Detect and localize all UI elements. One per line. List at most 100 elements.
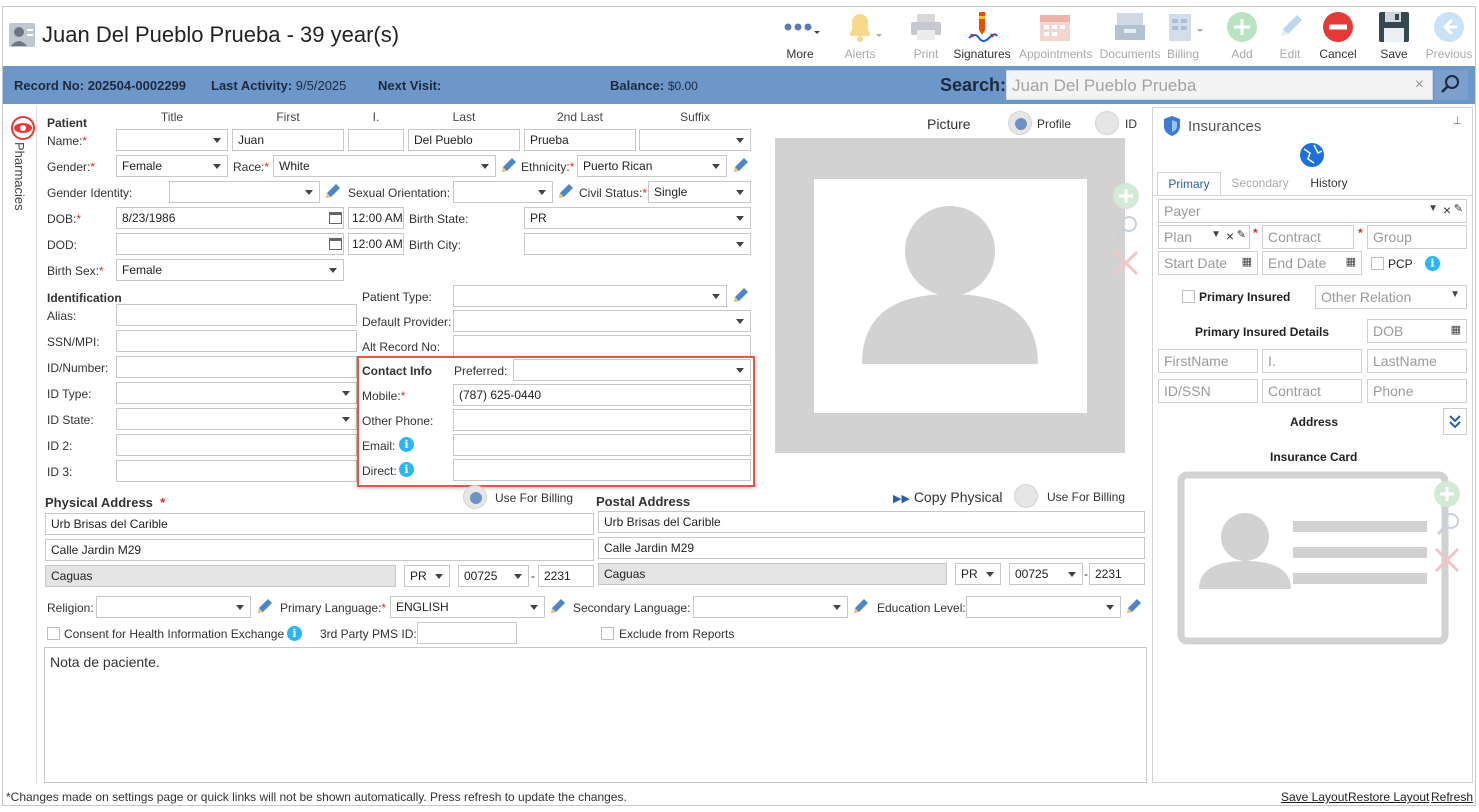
religion-select[interactable] bbox=[96, 596, 251, 618]
previous-button[interactable]: Previous bbox=[1420, 8, 1478, 61]
documents-button[interactable]: Documents bbox=[1098, 8, 1162, 61]
education-level-edit-pencil-icon[interactable] bbox=[1124, 596, 1144, 616]
primary-language-select[interactable]: ENGLISH bbox=[390, 596, 545, 618]
gender-select[interactable]: Female bbox=[116, 155, 228, 177]
add-picture-icon[interactable] bbox=[1111, 182, 1141, 212]
postal-line1-input[interactable]: Urb Brisas del Carible bbox=[598, 511, 1145, 533]
civil-status-select[interactable]: Single bbox=[648, 181, 751, 203]
sexual-orientation-edit-pencil-icon[interactable] bbox=[556, 181, 576, 201]
more-button[interactable]: More bbox=[771, 8, 829, 61]
tab-history[interactable]: History bbox=[1299, 172, 1359, 196]
restore-layout-link[interactable]: Restore Layout bbox=[1348, 790, 1429, 804]
tab-secondary[interactable]: Secondary bbox=[1225, 172, 1295, 196]
postal-use-billing-radio[interactable] bbox=[1014, 484, 1038, 508]
secondary-language-edit-pencil-icon[interactable] bbox=[851, 596, 871, 616]
birth-state-select[interactable]: PR bbox=[524, 207, 751, 229]
postal-state-select[interactable]: PR bbox=[955, 563, 1001, 585]
billing-button[interactable]: Billing bbox=[1154, 8, 1212, 61]
delete-picture-icon[interactable] bbox=[1111, 248, 1141, 278]
postal-city-input[interactable]: Caguas bbox=[598, 563, 947, 585]
physical-line2-input[interactable]: Calle Jardin M29 bbox=[45, 539, 594, 561]
plan-select[interactable]: Plan ▼ × ✎ bbox=[1158, 225, 1250, 249]
physical-state-select[interactable]: PR bbox=[404, 565, 450, 587]
consent-info-icon[interactable]: i bbox=[287, 626, 302, 641]
dob-calendar-icon[interactable] bbox=[329, 212, 342, 224]
first-name-input[interactable]: Juan bbox=[232, 129, 344, 151]
religion-edit-pencil-icon[interactable] bbox=[255, 596, 275, 616]
id3-input[interactable] bbox=[116, 460, 357, 482]
signatures-button[interactable]: Signatures bbox=[953, 8, 1011, 61]
search-clear-icon[interactable]: × bbox=[1415, 76, 1424, 94]
insured-firstname-input[interactable]: FirstName bbox=[1158, 349, 1258, 373]
race-edit-pencil-icon[interactable] bbox=[499, 155, 519, 175]
mobile-input[interactable]: (787) 625-0440 bbox=[453, 384, 751, 406]
title-select[interactable] bbox=[116, 129, 228, 151]
pin-icon[interactable]: ⊥ bbox=[1453, 116, 1462, 127]
patient-type-edit-pencil-icon[interactable] bbox=[731, 285, 751, 305]
suffix-select[interactable] bbox=[639, 129, 751, 151]
copy-physical-link[interactable]: ▶▶ Copy Physical bbox=[893, 489, 1003, 505]
save-layout-link[interactable]: Save Layout bbox=[1281, 790, 1348, 804]
education-level-select[interactable] bbox=[966, 596, 1121, 618]
gender-identity-edit-pencil-icon[interactable] bbox=[323, 181, 343, 201]
secondary-language-select[interactable] bbox=[693, 596, 848, 618]
insured-initial-input[interactable]: I. bbox=[1262, 349, 1362, 373]
sexual-orientation-select[interactable] bbox=[453, 181, 553, 203]
start-date-input[interactable]: Start Date ▦ bbox=[1158, 251, 1258, 275]
profile-radio[interactable] bbox=[1008, 111, 1032, 135]
delete-card-icon[interactable] bbox=[1431, 545, 1463, 575]
search-input[interactable]: Juan Del Pueblo Prueba × bbox=[1006, 70, 1433, 100]
end-date-input[interactable]: End Date ▦ bbox=[1262, 251, 1362, 275]
id-number-input[interactable] bbox=[116, 356, 357, 378]
id-type-select[interactable] bbox=[116, 382, 357, 404]
other-relation-select[interactable]: Other Relation ▼ bbox=[1315, 285, 1467, 309]
postal-zip4-input[interactable]: 2231 bbox=[1089, 563, 1145, 585]
dod-input[interactable] bbox=[116, 233, 344, 255]
expand-address-button[interactable] bbox=[1443, 408, 1467, 435]
physical-zip4-input[interactable]: 2231 bbox=[538, 565, 594, 587]
save-button[interactable]: Save bbox=[1365, 8, 1423, 61]
birth-city-select[interactable] bbox=[524, 233, 751, 255]
insured-dob-input[interactable]: DOB ▦ bbox=[1367, 319, 1467, 343]
payer-select[interactable]: Payer ▼ × ✎ bbox=[1158, 199, 1467, 223]
race-select[interactable]: White bbox=[273, 155, 496, 177]
insured-contract-input[interactable]: Contract bbox=[1262, 379, 1362, 403]
physical-city-input[interactable]: Caguas bbox=[45, 565, 396, 587]
pharmacies-tab[interactable]: Pharmacies bbox=[12, 142, 27, 211]
physical-line1-input[interactable]: Urb Brisas del Carible bbox=[45, 513, 594, 535]
tab-primary[interactable]: Primary bbox=[1157, 172, 1221, 196]
refresh-link[interactable]: Refresh bbox=[1431, 790, 1473, 804]
ethnicity-select[interactable]: Puerto Rican bbox=[577, 155, 727, 177]
exclude-reports-checkbox[interactable] bbox=[601, 627, 614, 640]
consent-checkbox[interactable] bbox=[47, 627, 60, 640]
zoom-picture-icon[interactable] bbox=[1111, 213, 1141, 243]
insured-phone-input[interactable]: Phone bbox=[1367, 379, 1467, 403]
middle-initial-input[interactable] bbox=[348, 129, 404, 151]
alias-input[interactable] bbox=[116, 304, 357, 326]
default-provider-select[interactable] bbox=[453, 310, 751, 332]
id-state-select[interactable] bbox=[116, 408, 357, 430]
physical-zip-select[interactable]: 00725 bbox=[458, 565, 529, 587]
insured-lastname-input[interactable]: LastName bbox=[1367, 349, 1467, 373]
zoom-card-icon[interactable] bbox=[1431, 510, 1463, 540]
preferred-contact-select[interactable] bbox=[513, 359, 751, 381]
print-button[interactable]: Print bbox=[897, 8, 955, 61]
pharmacy-eye-icon[interactable] bbox=[10, 115, 36, 141]
insured-idssn-input[interactable]: ID/SSN bbox=[1158, 379, 1258, 403]
id2-input[interactable] bbox=[116, 434, 357, 456]
postal-zip-select[interactable]: 00725 bbox=[1009, 563, 1083, 585]
direct-info-icon[interactable]: i bbox=[399, 462, 414, 477]
patient-type-select[interactable] bbox=[453, 285, 727, 307]
search-button[interactable] bbox=[1434, 70, 1468, 100]
primary-insured-checkbox[interactable] bbox=[1182, 290, 1195, 303]
other-phone-input[interactable] bbox=[453, 409, 751, 431]
pcp-checkbox[interactable] bbox=[1371, 257, 1384, 270]
dod-time-input[interactable]: 12:00 AM bbox=[348, 233, 404, 255]
alerts-button[interactable]: Alerts bbox=[831, 8, 889, 61]
group-input[interactable]: Group bbox=[1367, 225, 1467, 249]
email-info-icon[interactable]: i bbox=[399, 437, 414, 452]
email-input[interactable] bbox=[453, 434, 751, 456]
gender-identity-select[interactable] bbox=[169, 181, 320, 203]
third-party-input[interactable] bbox=[417, 622, 517, 644]
alt-record-input[interactable] bbox=[453, 335, 751, 357]
